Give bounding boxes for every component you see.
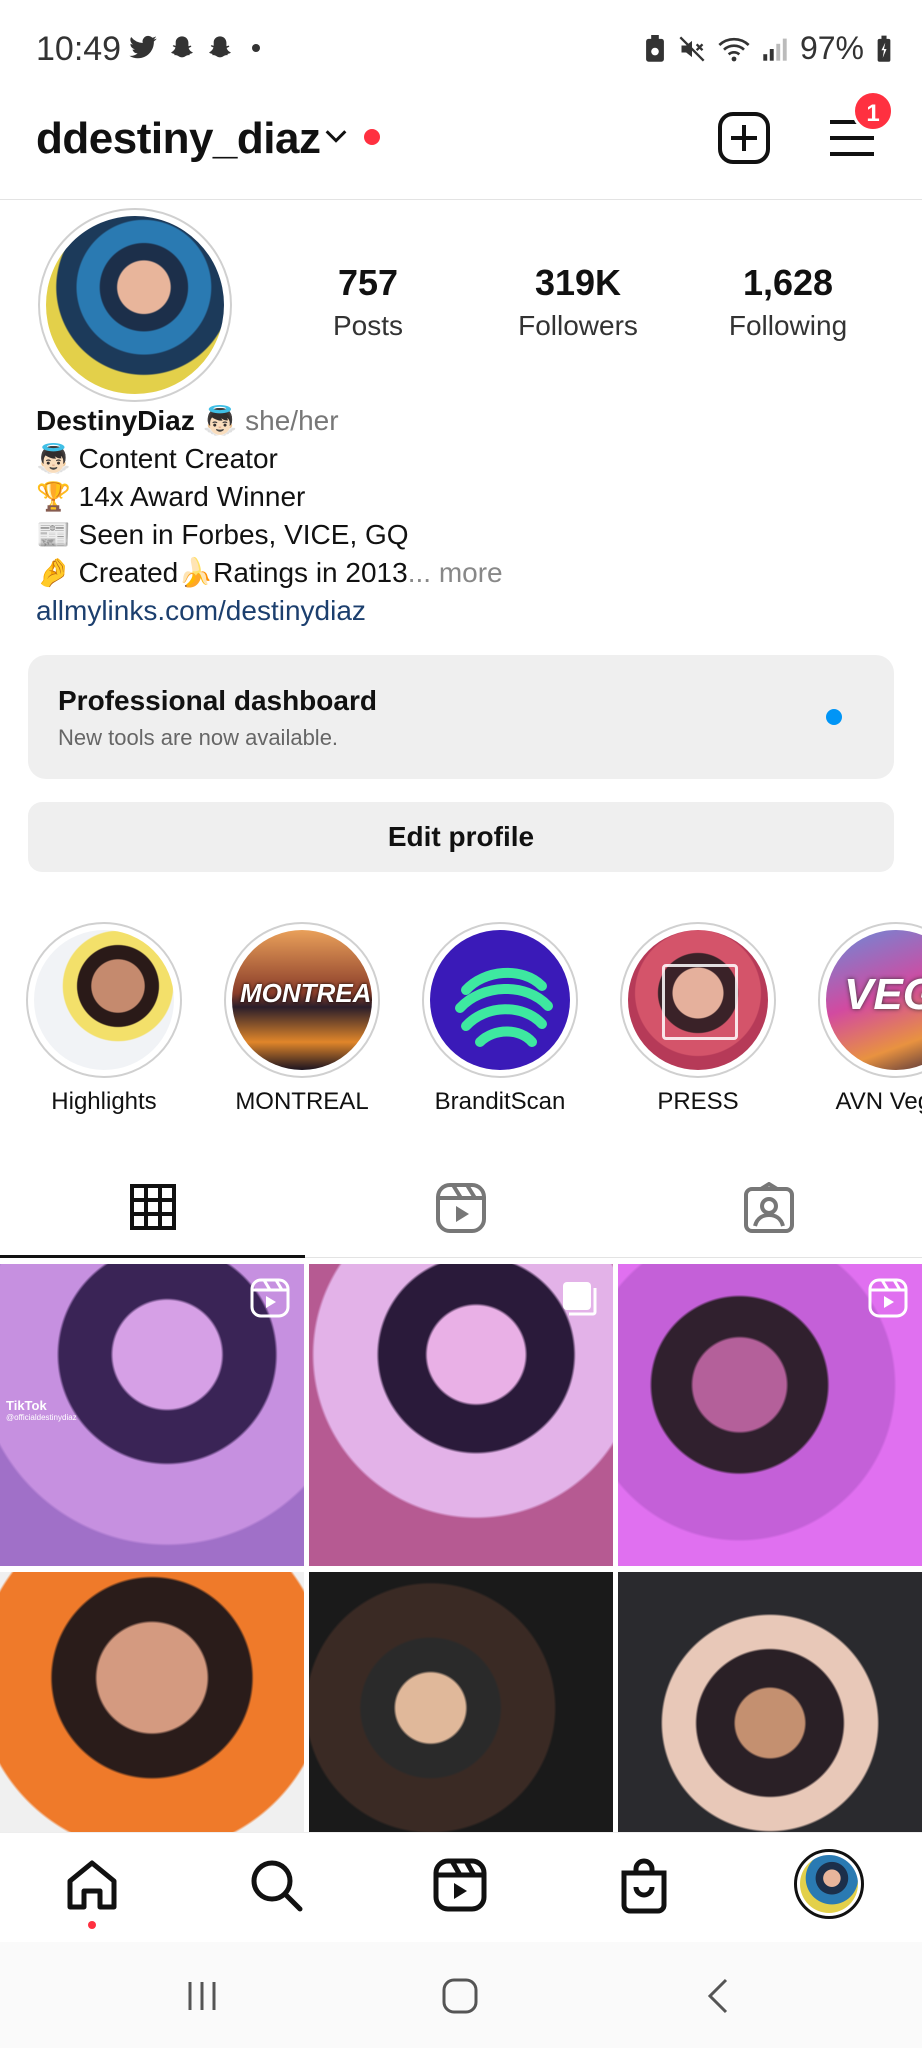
bio-line: 👼🏻 Content Creator xyxy=(36,443,278,474)
shop-icon[interactable] xyxy=(614,1855,674,1915)
back-icon[interactable] xyxy=(700,1976,740,2016)
professional-dashboard[interactable]: Professional dashboard New tools are now… xyxy=(28,655,894,779)
status-bar: 10:49 97% xyxy=(0,0,922,100)
post-tile[interactable] xyxy=(309,1264,613,1566)
battery-icon xyxy=(877,35,891,62)
pronouns: she/her xyxy=(245,405,339,436)
chevron-down-icon[interactable] xyxy=(322,122,350,150)
bio-website-link[interactable]: allmylinks.com/destinydiaz xyxy=(36,592,503,630)
tiktok-watermark: TikTok xyxy=(6,1398,47,1413)
profile-header: ddestiny_diaz 1 xyxy=(0,90,922,200)
recent-apps-icon[interactable] xyxy=(182,1976,222,2016)
home-activity-dot xyxy=(88,1921,96,1929)
tab-grid[interactable] xyxy=(0,1158,305,1258)
battery-percent: 97% xyxy=(799,30,864,66)
highlight-item[interactable]: Highlights xyxy=(26,922,182,1116)
snapchat-icon xyxy=(171,36,193,58)
highlight-item[interactable]: BranditScan xyxy=(422,922,578,1116)
tab-tagged[interactable] xyxy=(616,1158,921,1258)
search-icon[interactable] xyxy=(246,1855,306,1915)
highlight-item[interactable]: MONTREAL MONTREAL xyxy=(224,922,380,1116)
post-tile[interactable] xyxy=(0,1572,304,1874)
profile-avatar[interactable] xyxy=(38,208,232,402)
post-tile[interactable] xyxy=(618,1572,922,1874)
home-button-icon[interactable] xyxy=(440,1976,480,2016)
reel-badge-icon xyxy=(868,1278,908,1318)
status-time: 10:49 xyxy=(36,30,122,68)
profile-tabs xyxy=(0,1158,922,1258)
reels-icon xyxy=(435,1183,486,1233)
highlight-item[interactable]: PRESS xyxy=(620,922,776,1116)
bio-line: 🏆 14x Award Winner xyxy=(36,481,306,512)
bio-more-link[interactable]: ... more xyxy=(408,557,503,588)
highlight-cover xyxy=(430,930,570,1070)
mute-icon xyxy=(679,36,705,61)
account-switcher[interactable]: ddestiny_diaz xyxy=(36,114,321,164)
wifi-icon xyxy=(718,37,750,61)
notification-dot xyxy=(364,129,380,145)
bio: DestinyDiaz 👼🏻 she/her 👼🏻 Content Creato… xyxy=(36,402,503,630)
system-navigation-bar xyxy=(0,1942,922,2048)
dashboard-title: Professional dashboard xyxy=(58,685,377,716)
bottom-navigation xyxy=(0,1832,922,1942)
dot-icon xyxy=(252,44,260,52)
new-indicator-dot xyxy=(826,709,842,725)
highlight-cover: VEGA xyxy=(826,930,922,1070)
tiktok-handle: @officialdestinydiaz xyxy=(6,1413,77,1422)
following-count[interactable]: 1,628 Following xyxy=(688,262,888,342)
profile-nav-avatar[interactable] xyxy=(794,1849,864,1919)
post-tile[interactable] xyxy=(309,1572,613,1874)
highlight-cover xyxy=(628,930,768,1070)
home-icon[interactable] xyxy=(62,1855,122,1915)
edit-profile-button[interactable]: Edit profile xyxy=(28,802,894,872)
grid-icon xyxy=(129,1183,176,1230)
highlight-cover xyxy=(34,930,174,1070)
display-name: DestinyDiaz xyxy=(36,405,195,436)
highlight-cover: MONTREAL xyxy=(232,930,372,1070)
followers-count[interactable]: 319K Followers xyxy=(478,262,678,342)
reel-badge-icon xyxy=(250,1278,290,1318)
posts-count[interactable]: 757 Posts xyxy=(268,262,468,342)
signal-icon xyxy=(763,38,787,61)
create-button[interactable] xyxy=(716,110,772,166)
snapchat-icon xyxy=(209,36,231,58)
tab-reels[interactable] xyxy=(308,1158,613,1258)
menu-notification-badge: 1 xyxy=(852,90,894,132)
highlight-item[interactable]: VEGA AVN Vegas xyxy=(818,922,922,1116)
dashboard-subtitle: New tools are now available. xyxy=(58,725,339,750)
post-tile[interactable] xyxy=(618,1264,922,1566)
post-tile[interactable]: TikTok @officialdestinydiaz xyxy=(0,1264,304,1566)
twitter-icon xyxy=(129,35,157,59)
bio-line: 🤌 Created🍌Ratings in 2013 xyxy=(36,557,408,588)
nfc-icon xyxy=(646,34,664,62)
tagged-icon xyxy=(743,1182,794,1233)
fingerprint-logo-icon xyxy=(455,968,553,1047)
carousel-badge-icon xyxy=(563,1282,597,1316)
reels-icon[interactable] xyxy=(430,1855,490,1915)
bio-line: 📰 Seen in Forbes, VICE, GQ xyxy=(36,519,409,550)
